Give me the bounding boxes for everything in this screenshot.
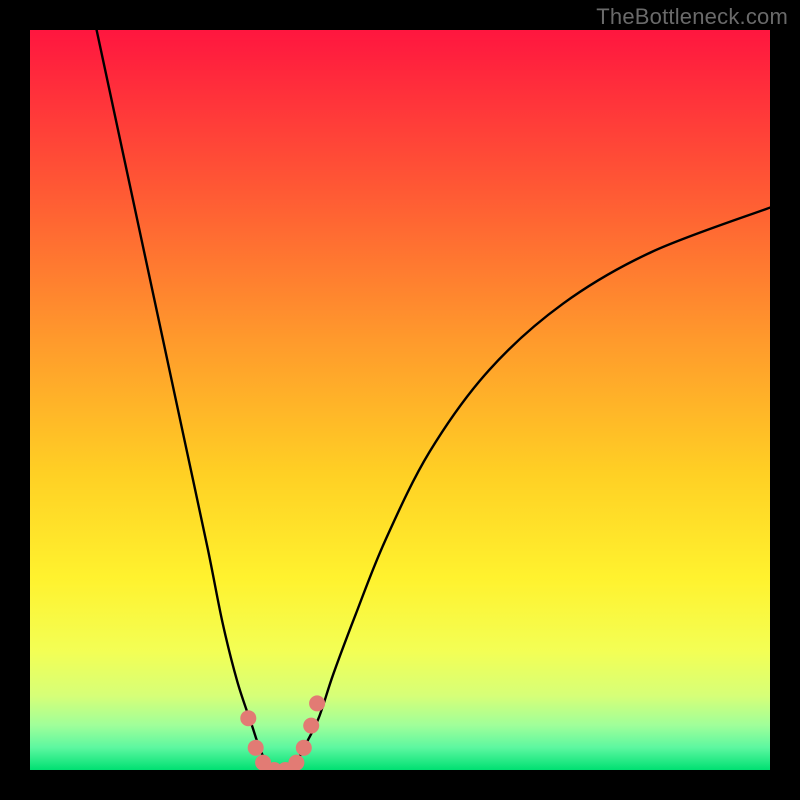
bottleneck-curve — [97, 30, 770, 770]
marker-dot — [248, 740, 264, 756]
marker-dot — [303, 718, 319, 734]
watermark-text: TheBottleneck.com — [596, 4, 788, 30]
marker-dot — [296, 740, 312, 756]
marker-dot — [288, 755, 304, 770]
plot-area — [30, 30, 770, 770]
marker-dot — [309, 695, 325, 711]
bottom-markers — [240, 695, 325, 770]
chart-frame: TheBottleneck.com — [0, 0, 800, 800]
marker-dot — [240, 710, 256, 726]
curve-layer — [30, 30, 770, 770]
